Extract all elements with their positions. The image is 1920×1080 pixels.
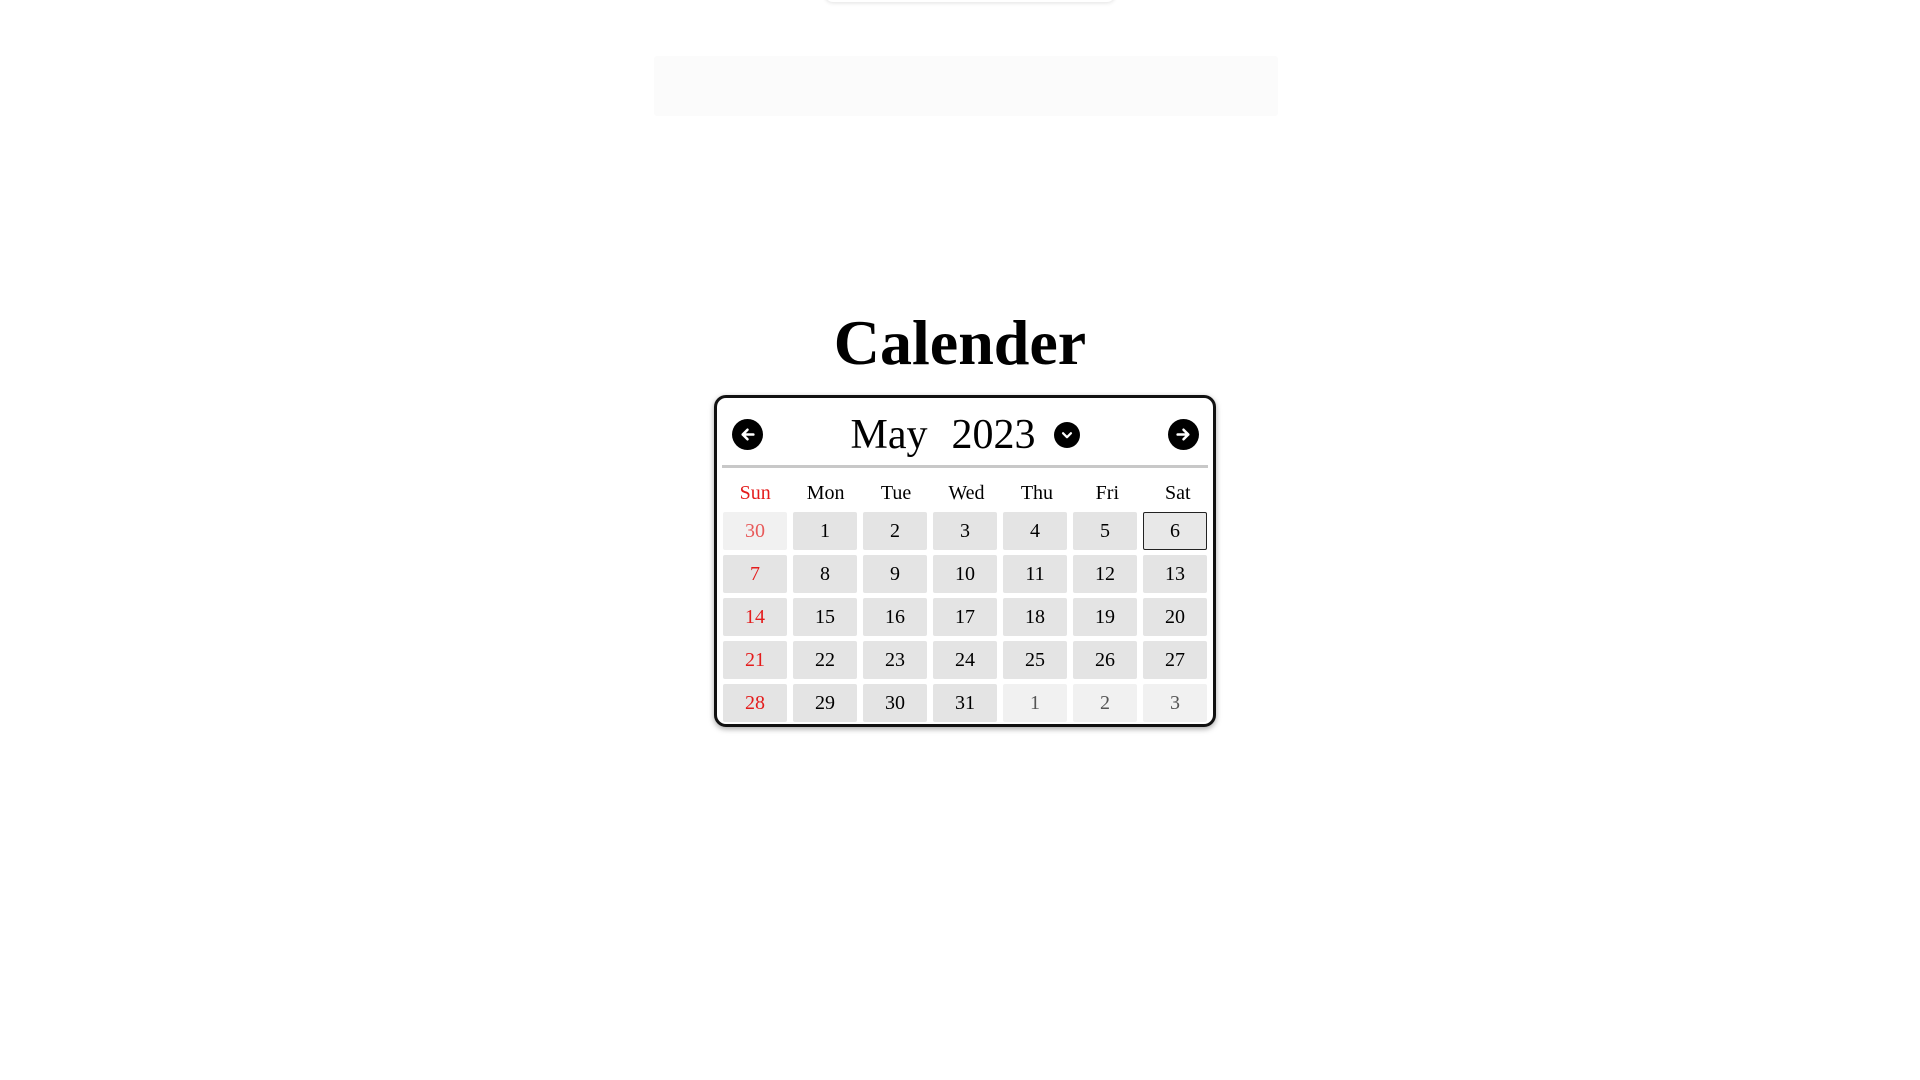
weekday-sun: Sun xyxy=(739,482,771,504)
day-cell[interactable]: 7 xyxy=(723,555,787,593)
month-label[interactable]: May xyxy=(851,410,928,460)
next-month-button[interactable] xyxy=(1168,419,1199,450)
day-cell[interactable]: 28 xyxy=(723,684,787,722)
day-cell-other-month[interactable]: 3 xyxy=(1143,684,1207,722)
year-label[interactable]: 2023 xyxy=(952,410,1036,460)
day-cell[interactable]: 1 xyxy=(793,512,857,550)
day-cell[interactable]: 21 xyxy=(723,641,787,679)
day-cell-other-month[interactable]: 2 xyxy=(1073,684,1137,722)
day-cell[interactable]: 10 xyxy=(933,555,997,593)
day-cell[interactable]: 8 xyxy=(793,555,857,593)
day-cell[interactable]: 20 xyxy=(1143,598,1207,636)
weekday-fri: Fri xyxy=(1095,482,1120,504)
day-cell[interactable]: 25 xyxy=(1003,641,1067,679)
day-cell[interactable]: 3 xyxy=(933,512,997,550)
day-cell[interactable]: 11 xyxy=(1003,555,1067,593)
calendar-widget: May 2023 Sun Mon Tue Wed Thu Fri Sat 30 1… xyxy=(714,395,1216,727)
day-cell[interactable]: 2 xyxy=(863,512,927,550)
day-cell[interactable]: 24 xyxy=(933,641,997,679)
calendar-header: May 2023 xyxy=(717,398,1213,465)
chevron-down-icon xyxy=(1061,432,1072,439)
day-cell[interactable]: 12 xyxy=(1073,555,1137,593)
day-cell[interactable]: 27 xyxy=(1143,641,1207,679)
day-cell[interactable]: 22 xyxy=(793,641,857,679)
day-cell[interactable]: 29 xyxy=(793,684,857,722)
day-cell[interactable]: 17 xyxy=(933,598,997,636)
day-cell[interactable]: 9 xyxy=(863,555,927,593)
day-cell[interactable]: 26 xyxy=(1073,641,1137,679)
day-cell[interactable]: 19 xyxy=(1073,598,1137,636)
year-dropdown-button[interactable] xyxy=(1053,422,1080,448)
weekday-sat: Sat xyxy=(1165,482,1191,504)
faint-banner xyxy=(654,56,1278,116)
days-grid: 30 1 2 3 4 5 6 7 8 9 10 11 12 13 14 15 16 17 18 19 20 21 22 23 2… xyxy=(723,512,1210,722)
day-cell[interactable]: 13 xyxy=(1143,555,1207,593)
day-cell[interactable]: 4 xyxy=(1003,512,1067,550)
day-cell[interactable]: 14 xyxy=(723,598,787,636)
day-cell[interactable]: 15 xyxy=(793,598,857,636)
day-cell[interactable]: 16 xyxy=(863,598,927,636)
day-cell[interactable]: 18 xyxy=(1003,598,1067,636)
day-cell[interactable]: 30 xyxy=(863,684,927,722)
page-title: Calender xyxy=(833,307,1087,378)
weekday-row: Sun Mon Tue Wed Thu Fri Sat xyxy=(723,480,1210,506)
weekday-thu: Thu xyxy=(1020,482,1054,504)
weekday-mon: Mon xyxy=(806,482,845,504)
arrow-right-icon xyxy=(1176,428,1190,441)
day-cell[interactable]: 31 xyxy=(933,684,997,722)
top-tab xyxy=(825,0,1115,2)
day-cell[interactable]: 23 xyxy=(863,641,927,679)
weekday-tue: Tue xyxy=(880,482,912,504)
day-cell-today[interactable]: 6 xyxy=(1143,512,1207,550)
day-cell[interactable]: 5 xyxy=(1073,512,1137,550)
weekday-wed: Wed xyxy=(948,482,985,504)
header-divider xyxy=(722,465,1208,468)
day-cell-other-month[interactable]: 1 xyxy=(1003,684,1067,722)
day-cell-other-month[interactable]: 30 xyxy=(723,512,787,550)
month-year-picker: May 2023 xyxy=(717,410,1213,460)
